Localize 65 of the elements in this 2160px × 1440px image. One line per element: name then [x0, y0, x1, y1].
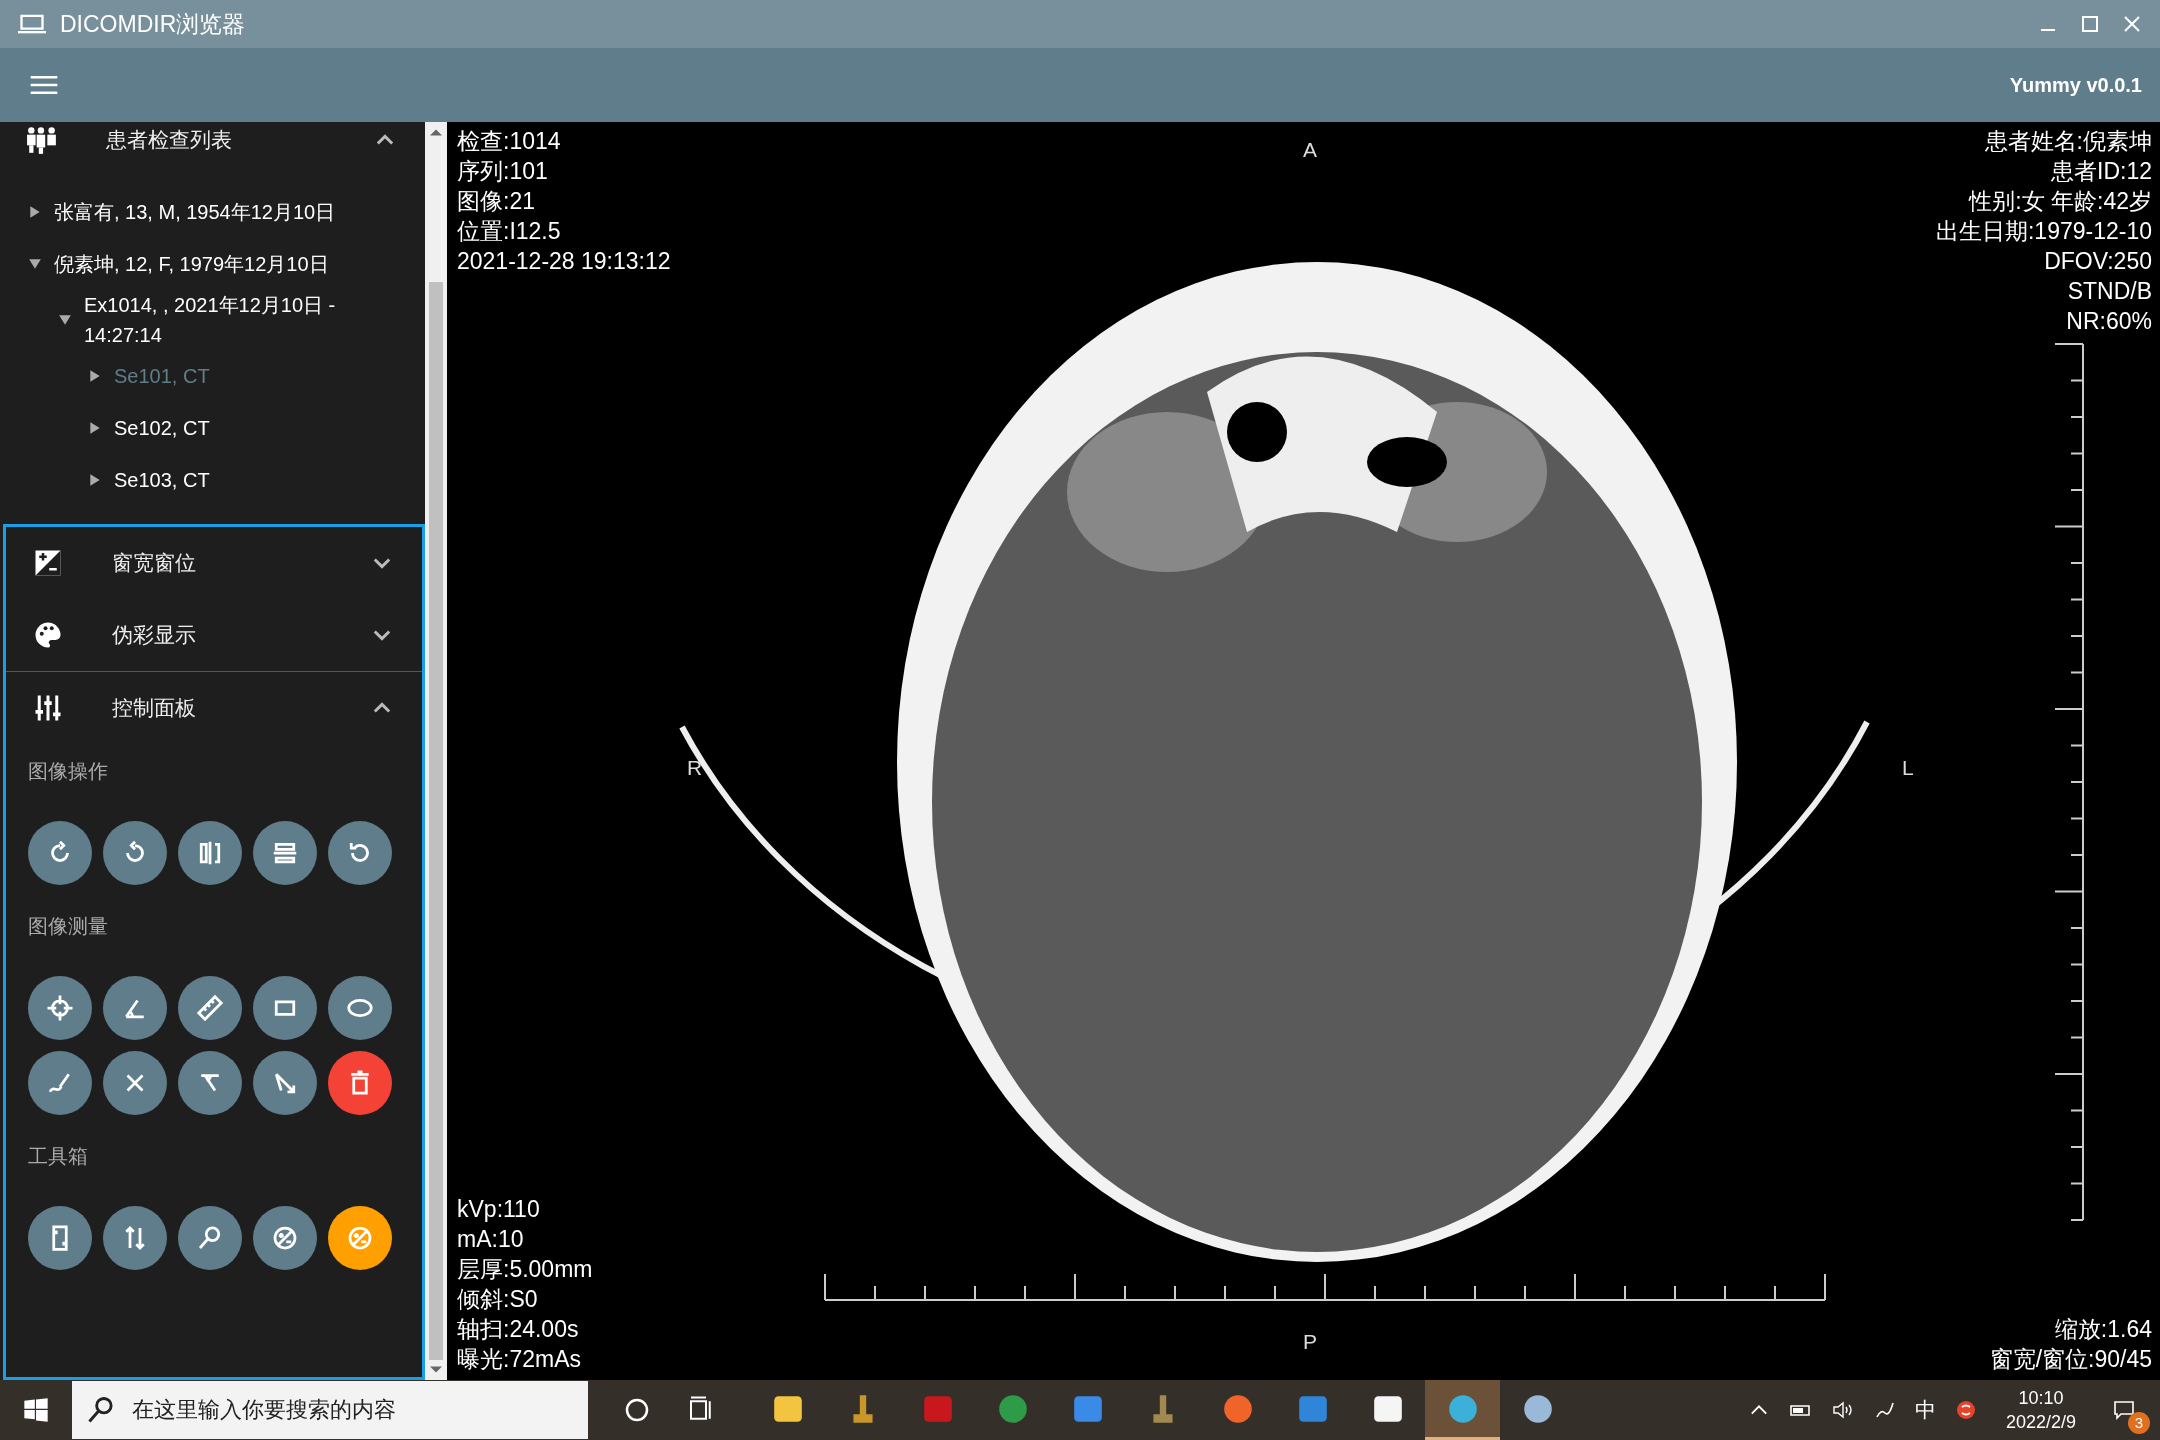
- notification-icon[interactable]: [2112, 1398, 2136, 1422]
- overlay-text: NR:60%: [2065, 307, 2152, 336]
- expand-triangle-icon[interactable]: [58, 313, 72, 327]
- maximize-icon[interactable]: [2080, 14, 2100, 34]
- orientation-marker: R: [687, 756, 703, 780]
- ruler-icon: [195, 993, 225, 1023]
- overlay-text: 倾斜:S0: [457, 1285, 539, 1314]
- overlay-text: STND/B: [2066, 277, 2152, 306]
- search-box[interactable]: 在这里输入你要搜索的内容: [72, 1381, 588, 1439]
- orientation-marker: A: [1303, 138, 1317, 162]
- group-title: 工具箱: [28, 1144, 89, 1169]
- overlay-text: 患者姓名:倪素坤: [1983, 127, 2152, 156]
- group-title: 图像测量: [28, 914, 109, 939]
- section-title: 患者检查列表: [106, 127, 232, 153]
- version-label: Yummy v0.0.1: [2009, 73, 2142, 97]
- tree-item[interactable]: Se102, CT: [114, 413, 210, 443]
- tree-item[interactable]: Se101, CT: [114, 361, 210, 391]
- clock-date: 2022/2/9: [2005, 1411, 2076, 1434]
- overlay-text: 轴扫:24.00s: [457, 1315, 580, 1344]
- overlay-text: 检查:1014: [457, 127, 562, 156]
- tree-item[interactable]: 张富有, 13, M, 1954年12月10日: [54, 197, 336, 227]
- expand-triangle-icon[interactable]: [28, 205, 42, 219]
- scroll-up-icon[interactable]: [430, 128, 442, 136]
- notification-count: 3: [2128, 1412, 2150, 1434]
- panel-title: 控制面板: [112, 695, 196, 721]
- clock-time: 10:10: [2018, 1387, 2064, 1410]
- expand-triangle-icon[interactable]: [88, 369, 102, 383]
- overlay-text: kVp:110: [457, 1195, 541, 1224]
- overlay-text: 性别:女 年龄:42岁: [1967, 187, 2152, 216]
- group-title: 图像操作: [28, 759, 109, 784]
- overlay-text: 出生日期:1979-12-10: [1935, 217, 2152, 246]
- overlay-text: 2021-12-28 19:13:12: [457, 247, 671, 276]
- tree-item[interactable]: 倪素坤, 12, F, 1979年12月10日: [54, 249, 329, 279]
- scrollbar[interactable]: [425, 122, 447, 1380]
- overlay-text: 缩放:1.64: [2053, 1315, 2152, 1344]
- panel-title: 伪彩显示: [112, 622, 196, 648]
- overlay-text: 窗宽/窗位:90/45: [1989, 1345, 2152, 1374]
- search-icon: [88, 1397, 114, 1423]
- search-field[interactable]: 在这里输入你要搜索的内容: [130, 1380, 572, 1440]
- overlay-text: 位置:I12.5: [457, 217, 562, 246]
- menu-icon[interactable]: [30, 75, 58, 95]
- overlay-text: DFOV:250: [2043, 247, 2152, 276]
- people-icon: [26, 125, 58, 155]
- laptop-icon: [18, 13, 46, 35]
- input-method-indicator[interactable]: 中: [1914, 1396, 1936, 1424]
- expand-triangle-icon[interactable]: [88, 473, 102, 487]
- overlay-text: 图像:21: [457, 187, 536, 216]
- expand-triangle-icon[interactable]: [28, 257, 42, 271]
- tree-item[interactable]: Se103, CT: [114, 465, 210, 495]
- overlay-text: mA:10: [457, 1225, 525, 1254]
- scroll-down-icon[interactable]: [430, 1366, 442, 1374]
- orientation-marker: P: [1303, 1330, 1317, 1354]
- overlay-text: 患者ID:12: [2050, 157, 2152, 186]
- overlay-text: 序列:101: [457, 157, 549, 186]
- close-icon[interactable]: [2122, 14, 2142, 34]
- overlay-text: 曝光:72mAs: [457, 1345, 582, 1374]
- clock[interactable]: 10:10 2022/2/9: [1995, 1386, 2086, 1434]
- crosshair-icon: [45, 993, 75, 1023]
- overlay-text: 层厚:5.00mm: [457, 1255, 593, 1284]
- windows-icon[interactable]: [22, 1396, 50, 1424]
- orientation-marker: L: [1902, 756, 1914, 780]
- tree-item[interactable]: Ex1014, , 2021年12月10日 - 14:27:14: [84, 290, 385, 350]
- window-title: DICOMDIR浏览器: [60, 9, 246, 39]
- panel-title: 窗宽窗位: [112, 550, 196, 576]
- expand-triangle-icon[interactable]: [88, 421, 102, 435]
